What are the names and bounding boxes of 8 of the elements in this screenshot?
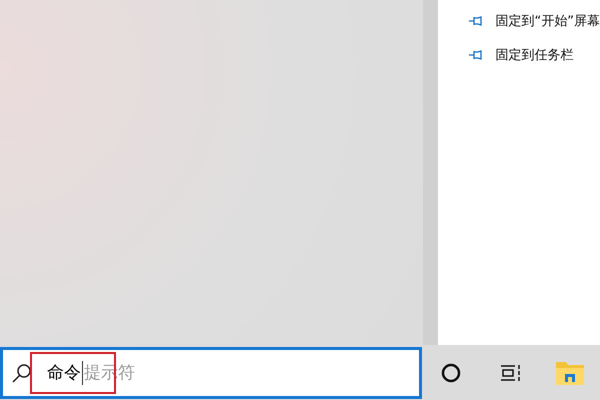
circle-icon[interactable] <box>441 362 462 382</box>
pin-menu-item[interactable]: 固定到任务栏 <box>438 38 600 72</box>
search-icon <box>11 362 33 384</box>
folder-icon[interactable] <box>555 360 586 386</box>
task-view-icon[interactable] <box>500 362 522 382</box>
pin-menu-item[interactable]: 固定到“开始”屏幕 <box>438 4 600 38</box>
text-cursor <box>82 360 83 384</box>
search-text: 命令 <box>47 362 81 384</box>
